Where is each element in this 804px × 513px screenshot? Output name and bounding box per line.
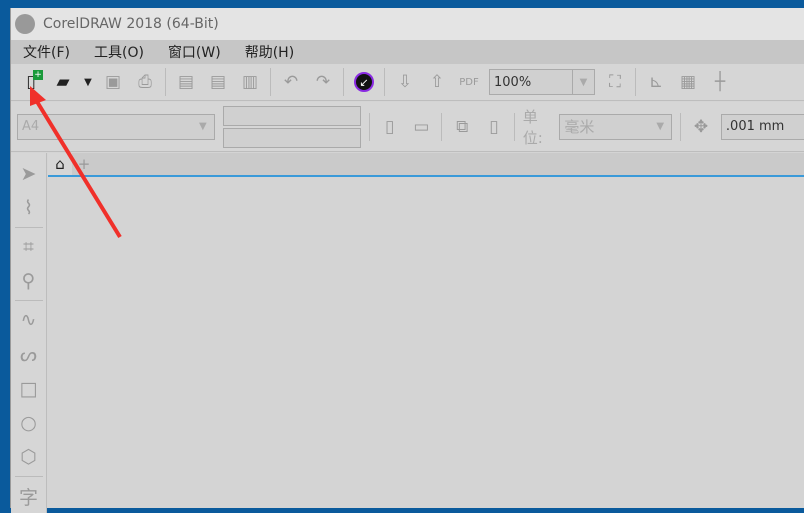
- arrow-head: [30, 86, 46, 106]
- arrow-shaft: [34, 98, 122, 239]
- annotation-arrow: [30, 86, 122, 239]
